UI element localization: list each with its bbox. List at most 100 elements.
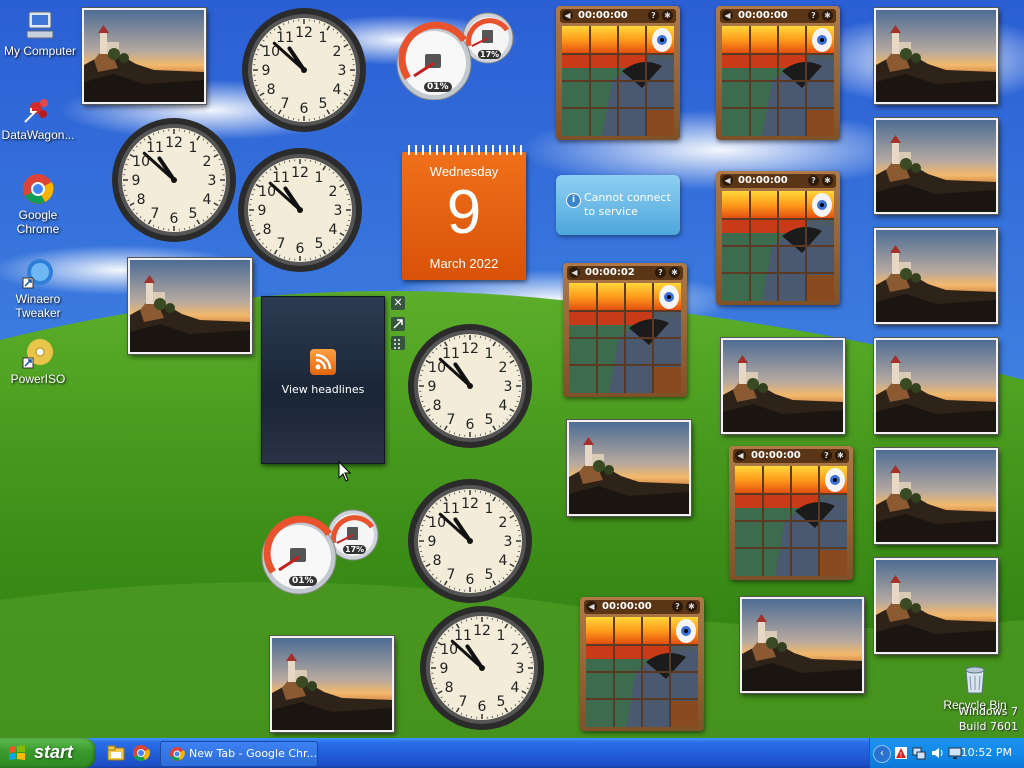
puzzle-board[interactable] xyxy=(722,26,834,136)
chrome-quicklaunch-icon[interactable] xyxy=(132,744,150,762)
slideshow-gadget[interactable] xyxy=(128,258,252,354)
clock-gadget[interactable]: 1 2 3 4 5 6 7 8 9 10 11 12 xyxy=(110,116,238,244)
clock-numeral: 2 xyxy=(510,642,519,658)
help-icon[interactable]: ? xyxy=(821,450,832,461)
gear-icon[interactable]: ✱ xyxy=(822,10,833,21)
help-icon[interactable]: ? xyxy=(808,175,819,186)
explorer-quicklaunch-icon[interactable] xyxy=(107,744,125,762)
picture-puzzle-gadget[interactable]: ◀ 00:00:02 ? ✱ xyxy=(563,263,687,397)
close-icon[interactable]: ✕ xyxy=(391,296,405,310)
clock-numeral: 4 xyxy=(328,222,337,238)
clock-numeral: 6 xyxy=(478,699,487,715)
clock-numeral: 3 xyxy=(334,203,343,219)
play-icon[interactable]: ◀ xyxy=(735,450,746,461)
clock-numeral: 6 xyxy=(466,572,475,588)
weather-gadget[interactable]: i Cannot connect to service xyxy=(556,175,680,235)
clock-numeral: 1 xyxy=(319,30,328,46)
slideshow-gadget[interactable] xyxy=(721,338,845,434)
start-button[interactable]: start xyxy=(0,738,96,768)
taskbar-clock[interactable]: 10:52 PM xyxy=(961,738,1012,768)
clock-face: 1234567891011 12 xyxy=(408,324,532,448)
clock-numeral: 12 xyxy=(461,496,479,512)
calendar-rings xyxy=(408,145,522,155)
picture-puzzle-gadget[interactable]: ◀ 00:00:00 ? ✱ xyxy=(556,6,680,140)
clock-numeral: 8 xyxy=(267,82,276,98)
clock-face: 1234567891011 12 xyxy=(242,8,366,132)
desktop-icon-winaero-tweaker[interactable]: Winaero Tweaker xyxy=(0,256,78,320)
svg-text:!: ! xyxy=(900,751,903,759)
taskbar-button-chrome[interactable]: New Tab - Google Chr... xyxy=(160,741,318,767)
slideshow-gadget[interactable] xyxy=(874,338,998,434)
puzzle-board[interactable] xyxy=(735,466,847,576)
play-icon[interactable]: ◀ xyxy=(569,267,580,278)
picture-puzzle-gadget[interactable]: ◀ 00:00:00 ? ✱ xyxy=(716,6,840,140)
gear-icon[interactable]: ✱ xyxy=(669,267,680,278)
clock-gadget[interactable]: 1 2 3 4 5 6 7 8 9 10 11 12 xyxy=(406,477,534,605)
cpu-usage-value: 01% xyxy=(424,82,452,92)
clock-gadget[interactable]: 1 2 3 4 5 6 7 8 9 10 11 12 xyxy=(418,604,546,732)
slideshow-gadget[interactable] xyxy=(740,597,864,693)
expand-icon[interactable] xyxy=(391,317,405,331)
gear-icon[interactable]: ✱ xyxy=(822,175,833,186)
gear-icon[interactable]: ✱ xyxy=(835,450,846,461)
play-icon[interactable]: ◀ xyxy=(722,175,733,186)
slideshow-gadget[interactable] xyxy=(874,228,998,324)
slideshow-gadget[interactable] xyxy=(874,448,998,544)
drag-handle-icon[interactable] xyxy=(391,336,405,350)
clock-gadget[interactable]: 1 2 3 4 5 6 7 8 9 10 11 12 xyxy=(406,322,534,450)
slideshow-gadget[interactable] xyxy=(270,636,394,732)
clock-numeral: 8 xyxy=(137,192,146,208)
network-icon[interactable] xyxy=(912,746,926,760)
help-icon[interactable]: ? xyxy=(648,10,659,21)
desktop-icon-my-computer[interactable]: My Computer xyxy=(0,8,80,58)
slideshow-gadget[interactable] xyxy=(874,118,998,214)
clock-numeral: 4 xyxy=(510,680,519,696)
slideshow-gadget[interactable] xyxy=(874,8,998,104)
picture-puzzle-gadget[interactable]: ◀ 00:00:00 ? ✱ xyxy=(580,597,704,731)
rss-icon xyxy=(310,349,336,375)
clock-gadget[interactable]: 1 2 3 4 5 6 7 8 9 10 11 12 xyxy=(240,6,368,134)
clock-numeral: 8 xyxy=(433,398,442,414)
clock-numeral: 7 xyxy=(277,236,286,252)
chevron-left-icon[interactable]: ‹ xyxy=(873,745,891,763)
clock-numeral: 4 xyxy=(498,398,507,414)
puzzle-board[interactable] xyxy=(722,191,834,301)
cpu-meter-gadget[interactable]: 01% 17% xyxy=(394,8,518,101)
clock-numeral: 9 xyxy=(428,534,437,550)
feed-headlines-gadget[interactable]: View headlines xyxy=(261,296,385,464)
help-icon[interactable]: ? xyxy=(655,267,666,278)
puzzle-board[interactable] xyxy=(586,617,698,727)
gear-icon[interactable]: ✱ xyxy=(686,601,697,612)
clock-gadget[interactable]: 1 2 3 4 5 6 7 8 9 10 11 12 xyxy=(236,146,364,274)
calendar-gadget[interactable]: Wednesday 9 March 2022 xyxy=(402,145,526,280)
picture-puzzle-gadget[interactable]: ◀ 00:00:00 ? ✱ xyxy=(729,446,853,580)
play-icon[interactable]: ◀ xyxy=(586,601,597,612)
help-icon[interactable]: ? xyxy=(672,601,683,612)
slideshow-gadget[interactable] xyxy=(567,420,691,516)
help-icon[interactable]: ? xyxy=(808,10,819,21)
desktop-icon-poweriso[interactable]: PowerISO xyxy=(0,336,78,386)
view-headlines-link[interactable]: View headlines xyxy=(262,383,384,396)
slideshow-gadget[interactable] xyxy=(874,558,998,654)
desktop-icon-google-chrome[interactable]: Google Chrome xyxy=(0,172,78,236)
security-alert-icon[interactable]: ! xyxy=(894,746,908,760)
desktop-icon-datawagon[interactable]: DataWagon... xyxy=(0,92,78,142)
play-icon[interactable]: ◀ xyxy=(722,10,733,21)
info-icon: i xyxy=(566,193,581,208)
puzzle-board[interactable] xyxy=(562,26,674,136)
clock-numeral: 4 xyxy=(332,82,341,98)
play-icon[interactable]: ◀ xyxy=(562,10,573,21)
puzzle-board[interactable] xyxy=(569,283,681,393)
cpu-meter-gadget[interactable]: 01% 17% xyxy=(259,505,383,597)
clock-numeral: 4 xyxy=(202,192,211,208)
desktop-icon-label: Winaero Tweaker xyxy=(15,292,61,320)
picture-puzzle-gadget[interactable]: ◀ 00:00:00 ? ✱ xyxy=(716,171,840,305)
windows-flag-icon xyxy=(9,745,25,760)
winaero-icon xyxy=(21,256,55,290)
desktop: My Computer DataWagon... Google Chrome W… xyxy=(0,0,1024,738)
slideshow-gadget[interactable] xyxy=(82,8,206,104)
clock-numeral: 9 xyxy=(428,379,437,395)
gear-icon[interactable]: ✱ xyxy=(662,10,673,21)
photo-lighthouse xyxy=(742,599,862,691)
volume-icon[interactable] xyxy=(930,746,944,760)
